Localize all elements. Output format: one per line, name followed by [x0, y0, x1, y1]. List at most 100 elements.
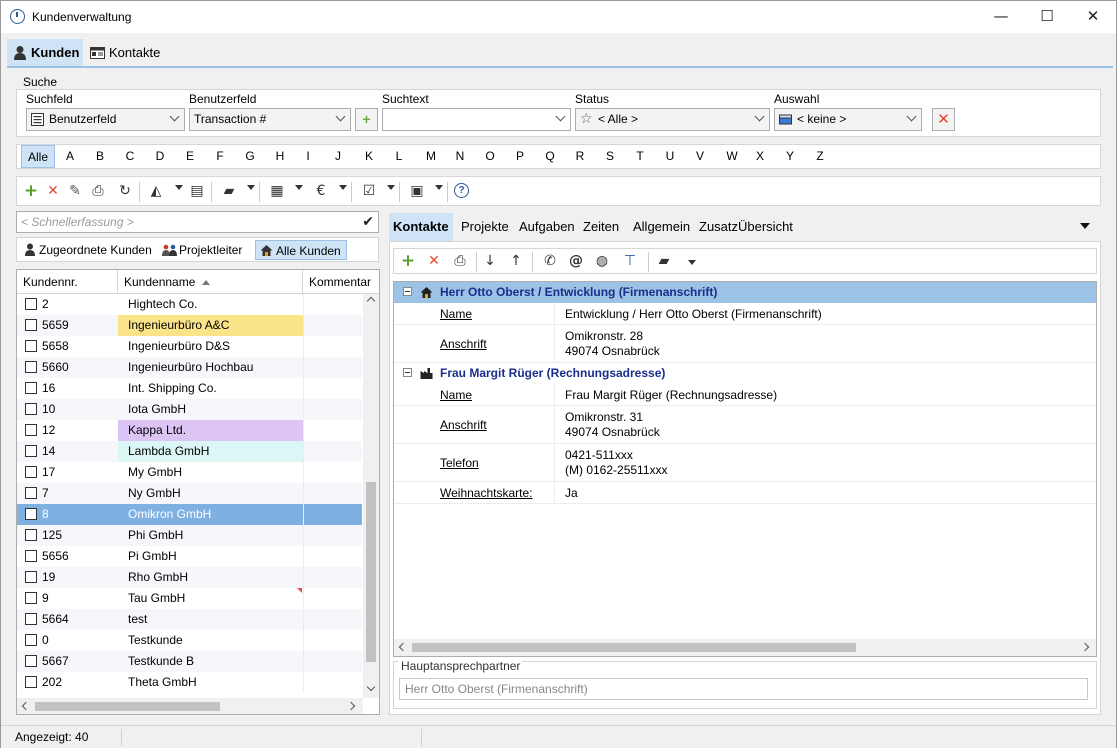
property-key[interactable]: Anschrift: [440, 418, 487, 432]
table-row[interactable]: 17 My GmbH: [17, 462, 362, 483]
alphabet-filter-v[interactable]: V: [688, 145, 712, 168]
alphabet-filter-x[interactable]: X: [748, 145, 772, 168]
dropdown-arrow-icon[interactable]: [295, 185, 303, 190]
euro-icon[interactable]: €: [313, 183, 329, 199]
tab-übersicht[interactable]: Übersicht: [734, 213, 797, 241]
alphabet-filter-b[interactable]: B: [88, 145, 112, 168]
row-checkbox[interactable]: [25, 340, 37, 352]
row-checkbox[interactable]: [25, 655, 37, 667]
scroll-down-icon[interactable]: [366, 682, 376, 692]
alphabet-filter-w[interactable]: W: [720, 145, 744, 168]
alphabet-filter-r[interactable]: R: [568, 145, 592, 168]
table-row[interactable]: 2 Hightech Co.: [17, 294, 362, 315]
scroll-left-icon[interactable]: [21, 701, 31, 711]
tab-kunden[interactable]: Kunden: [7, 39, 83, 67]
alphabet-filter-k[interactable]: K: [357, 145, 381, 168]
print-icon[interactable]: ⎙: [452, 253, 468, 269]
tab-kontakte[interactable]: Kontakte: [85, 39, 166, 67]
collapse-icon[interactable]: [403, 368, 412, 377]
row-checkbox[interactable]: [25, 592, 37, 604]
refresh-icon[interactable]: ↻: [117, 183, 133, 199]
alphabet-filter-f[interactable]: F: [208, 145, 232, 168]
dropdown-arrow-icon[interactable]: [387, 185, 395, 190]
tree-horizontal-scrollbar[interactable]: [394, 639, 1096, 656]
tab-zeiten[interactable]: Zeiten: [579, 213, 623, 241]
phone-icon[interactable]: ✆: [542, 253, 558, 269]
row-checkbox[interactable]: [25, 466, 37, 478]
tab-projektleiter[interactable]: Projektleiter: [159, 240, 247, 260]
delete-icon[interactable]: ✕: [45, 183, 61, 199]
row-checkbox[interactable]: [25, 424, 37, 436]
tabs-overflow-dropdown-icon[interactable]: [1080, 223, 1090, 229]
dropdown-arrow-icon[interactable]: [175, 185, 183, 190]
table-row[interactable]: 5659 Ingenieurbüro A&C: [17, 315, 362, 336]
table-row[interactable]: 5664 test: [17, 609, 362, 630]
scroll-right-icon[interactable]: [1080, 642, 1090, 652]
dropdown-arrow-icon[interactable]: [247, 185, 255, 190]
main-contact-field[interactable]: Herr Otto Oberst (Firmenanschrift): [399, 678, 1088, 700]
property-key[interactable]: Name: [440, 307, 472, 321]
minimize-button[interactable]: —: [978, 1, 1024, 33]
table-row[interactable]: 10 Iota GmbH: [17, 399, 362, 420]
alphabet-filter-c[interactable]: C: [118, 145, 142, 168]
sort-up-icon[interactable]: ↑: [508, 253, 524, 269]
alphabet-filter-e[interactable]: E: [178, 145, 202, 168]
alphabet-filter-a[interactable]: A: [58, 145, 82, 168]
column-header-kundennr[interactable]: Kundennr.: [17, 270, 118, 294]
alphabet-filter-z[interactable]: Z: [808, 145, 832, 168]
alphabet-filter-h[interactable]: H: [268, 145, 292, 168]
tab-allgemein[interactable]: Allgemein: [629, 213, 694, 241]
row-checkbox[interactable]: [25, 676, 37, 688]
table-row[interactable]: 5667 Testkunde B: [17, 651, 362, 672]
row-checkbox[interactable]: [25, 298, 37, 310]
grid-vertical-scrollbar[interactable]: [363, 294, 379, 698]
scroll-up-icon[interactable]: [366, 296, 376, 306]
table-row[interactable]: 9 Tau GmbH: [17, 588, 362, 609]
tab-alle-kunden[interactable]: Alle Kunden: [255, 240, 347, 260]
table-row[interactable]: 16 Int. Shipping Co.: [17, 378, 362, 399]
report-icon[interactable]: ▣: [409, 183, 425, 199]
scroll-thumb[interactable]: [35, 702, 220, 711]
delete-contact-icon[interactable]: ✕: [426, 253, 442, 269]
sort-down-icon[interactable]: ↓: [482, 253, 498, 269]
table-row[interactable]: 12 Kappa Ltd.: [17, 420, 362, 441]
status-select[interactable]: ☆ < Alle >: [575, 108, 770, 131]
row-checkbox[interactable]: [25, 319, 37, 331]
alphabet-filter-alle[interactable]: Alle: [21, 145, 55, 168]
table-row[interactable]: 0 Testkunde: [17, 630, 362, 651]
auswahl-select[interactable]: < keine >: [774, 108, 922, 131]
clear-search-button[interactable]: ✕: [932, 108, 955, 131]
row-checkbox[interactable]: [25, 487, 37, 499]
row-checkbox[interactable]: [25, 508, 37, 520]
quick-entry-input[interactable]: < Schnellerfassung > ✔: [16, 211, 379, 233]
tab-aufgaben[interactable]: Aufgaben: [515, 213, 579, 241]
alphabet-filter-d[interactable]: D: [148, 145, 172, 168]
scroll-thumb[interactable]: [412, 643, 856, 652]
alphabet-filter-q[interactable]: Q: [538, 145, 562, 168]
collapse-icon[interactable]: [403, 287, 412, 296]
alphabet-filter-i[interactable]: I: [296, 145, 320, 168]
row-checkbox[interactable]: [25, 571, 37, 583]
print-icon[interactable]: ⎙: [90, 183, 106, 199]
benutzerfeld-select[interactable]: Transaction #: [189, 108, 351, 131]
contact-node[interactable]: Herr Otto Oberst / Entwicklung (Firmenan…: [394, 282, 1096, 303]
dropdown-arrow-icon[interactable]: [435, 185, 443, 190]
table-row[interactable]: 7 Ny GmbH: [17, 483, 362, 504]
property-key[interactable]: Anschrift: [440, 337, 487, 351]
tab-kontakte[interactable]: Kontakte: [389, 213, 453, 241]
globe-icon[interactable]: ◍: [594, 253, 610, 269]
table-row[interactable]: 19 Rho GmbH: [17, 567, 362, 588]
folder-icon[interactable]: ▰: [221, 183, 237, 199]
folder-icon[interactable]: ▰: [656, 253, 672, 269]
edit-icon[interactable]: ✎: [67, 183, 83, 199]
alphabet-filter-s[interactable]: S: [598, 145, 622, 168]
row-checkbox[interactable]: [25, 403, 37, 415]
close-window-button[interactable]: ✕: [1070, 1, 1116, 33]
table-row[interactable]: 5658 Ingenieurbüro D&S: [17, 336, 362, 357]
property-key[interactable]: Telefon: [440, 456, 479, 470]
checklist-icon[interactable]: ☑: [361, 183, 377, 199]
row-checkbox[interactable]: [25, 445, 37, 457]
grid-horizontal-scrollbar[interactable]: [17, 698, 363, 714]
row-checkbox[interactable]: [25, 634, 37, 646]
scroll-thumb[interactable]: [366, 482, 376, 662]
